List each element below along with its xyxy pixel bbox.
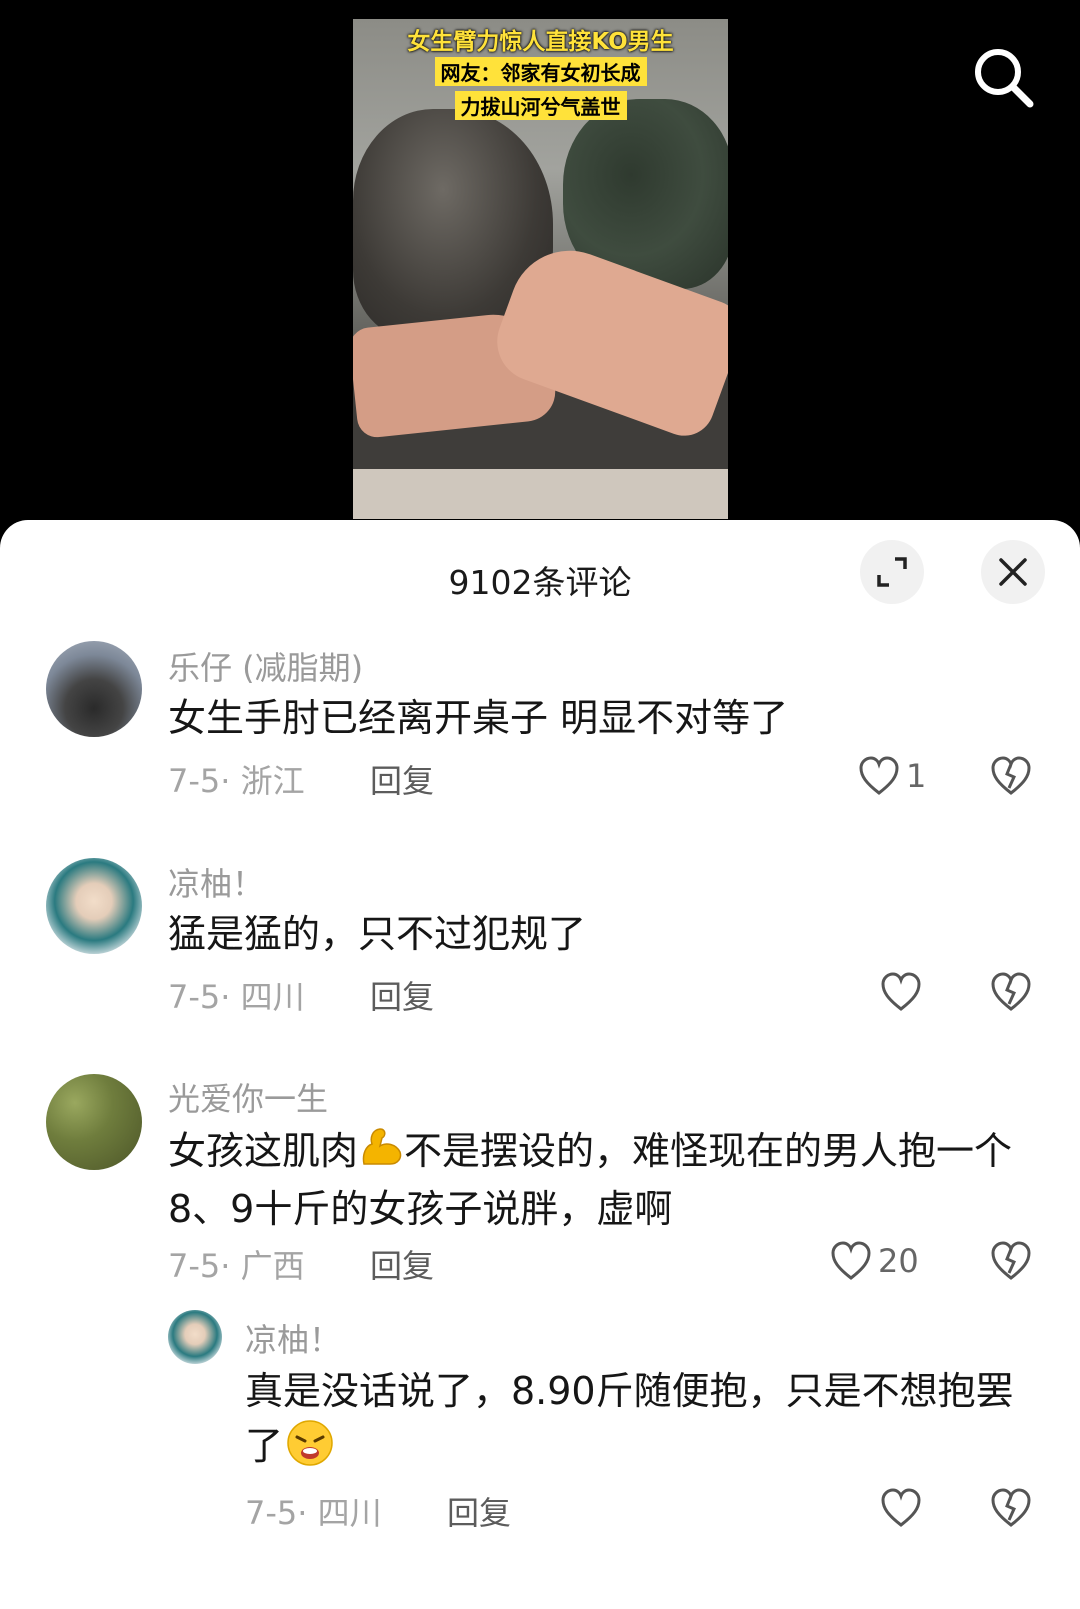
close-icon (999, 558, 1027, 586)
comment-text: 猛是猛的，只不过犯规了 (168, 912, 587, 956)
heart-icon (881, 972, 921, 1011)
comment-username[interactable]: 凉柚！ (168, 859, 264, 905)
reply-button[interactable]: 回复 (370, 972, 434, 1018)
reply-button[interactable]: 回复 (447, 1488, 511, 1534)
broken-heart-icon (991, 972, 1031, 1011)
comment-username[interactable]: 光爱你一生 (168, 1074, 328, 1120)
like-button[interactable] (880, 1488, 928, 1528)
dislike-button[interactable] (990, 756, 1032, 800)
video-area[interactable]: 女生臂力惊人直接KO男生 网友：邻家有女初长成 力拔山河兮气盖世 (0, 0, 1080, 540)
like-count: 1 (906, 757, 927, 795)
video-floor (353, 469, 728, 519)
search-icon (975, 49, 1034, 108)
broken-heart-icon (991, 1241, 1031, 1280)
search-button[interactable] (968, 42, 1040, 114)
avatar[interactable] (46, 858, 142, 954)
avatar[interactable] (46, 641, 142, 737)
broken-heart-icon (991, 756, 1031, 795)
comment-username[interactable]: 乐仔 (减脂期) (168, 643, 363, 689)
like-button[interactable]: 1 (858, 756, 926, 796)
comment-meta: 7-5· 四川 (168, 978, 305, 1016)
dislike-button[interactable] (990, 1241, 1032, 1285)
comment-meta: 7-5· 浙江 (168, 762, 305, 800)
video-caption-title: 女生臂力惊人直接KO男生 (407, 29, 674, 55)
video-caption-line2: 网友：邻家有女初长成 (434, 57, 647, 86)
heart-icon (859, 756, 899, 795)
like-button[interactable]: 20 (830, 1241, 919, 1281)
avatar[interactable] (46, 1074, 142, 1170)
comment-text-part1: 女孩这肌肉 (168, 1129, 359, 1173)
flexed-biceps-icon (358, 1124, 404, 1183)
reply-button[interactable]: 回复 (370, 1241, 434, 1287)
like-count: 20 (878, 1242, 919, 1280)
reply-button[interactable]: 回复 (370, 756, 434, 802)
reply-meta: 7-5· 四川 (245, 1494, 382, 1532)
heart-icon (831, 1241, 871, 1280)
reply-username[interactable]: 凉柚！ (245, 1315, 341, 1361)
comment-meta: 7-5· 广西 (168, 1247, 305, 1285)
avatar[interactable] (168, 1310, 222, 1364)
video-thumbnail[interactable]: 女生臂力惊人直接KO男生 网友：邻家有女初长成 力拔山河兮气盖世 (353, 19, 728, 519)
broken-heart-icon (991, 1488, 1031, 1527)
expand-button[interactable] (860, 540, 924, 604)
weary-face-icon (283, 1417, 337, 1480)
comment-text: 女孩这肌肉 不是摆设的，难怪现在的男人抱一个8、9十斤的女孩子说胖，虚啊 (168, 1124, 1038, 1235)
reply-text-body: 真是没话说了，8.90斤随便抱，只是不想抱罢了 (245, 1369, 1014, 1468)
dislike-button[interactable] (990, 972, 1032, 1016)
reply-text: 真是没话说了，8.90斤随便抱，只是不想抱罢了 (245, 1365, 1025, 1480)
heart-icon (881, 1488, 921, 1527)
like-button[interactable] (880, 972, 928, 1012)
comments-sheet: 9102条评论 乐仔 (减脂期) 女生手肘已经离开桌子 明显不对等了 7-5· … (0, 520, 1080, 1609)
video-caption-line3: 力拔山河兮气盖世 (454, 91, 627, 120)
dislike-button[interactable] (990, 1488, 1032, 1532)
expand-icon (877, 557, 907, 587)
comment-text: 女生手肘已经离开桌子 明显不对等了 (168, 696, 789, 740)
close-button[interactable] (981, 540, 1045, 604)
